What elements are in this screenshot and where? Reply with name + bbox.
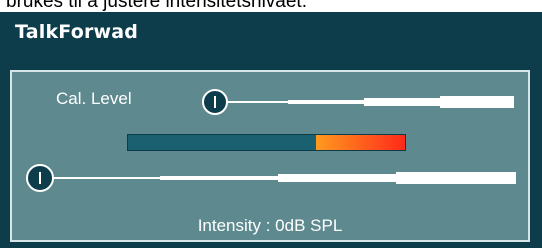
cal-level-track-thick (364, 98, 440, 106)
cal-level-label: Cal. Level (56, 89, 132, 108)
intensity-knob[interactable] (26, 164, 54, 192)
cal-level-slider[interactable] (202, 89, 514, 115)
intensity-slider[interactable] (26, 164, 516, 192)
intensity-track-thickest (396, 172, 516, 184)
window-title: TalkForwad (15, 21, 139, 43)
caption-strip: brukes til å justere intensitetsnivået. (0, 0, 542, 12)
intensity-track-mid (160, 176, 278, 180)
level-meter-fill (128, 135, 317, 150)
talkforward-panel: Cal. Level Intensity : 0dB SPL (10, 70, 530, 242)
cal-level-track-thickest (440, 96, 514, 108)
caption-text: brukes til å justere intensitetsnivået. (6, 0, 307, 12)
cal-level-track-mid (288, 100, 364, 104)
knob-grip-icon (39, 172, 41, 184)
knob-grip-icon (214, 96, 216, 108)
talkforward-window: TalkForwad Cal. Level Intensity: 0dB SP… (0, 12, 542, 248)
level-meter (127, 134, 406, 151)
level-meter-peak (316, 135, 405, 150)
intensity-track-thick (278, 174, 396, 182)
intensity-readout: Intensity : 0dB SPL (197, 216, 343, 235)
intensity-track-thin (42, 177, 160, 179)
cal-level-knob[interactable] (202, 89, 228, 115)
